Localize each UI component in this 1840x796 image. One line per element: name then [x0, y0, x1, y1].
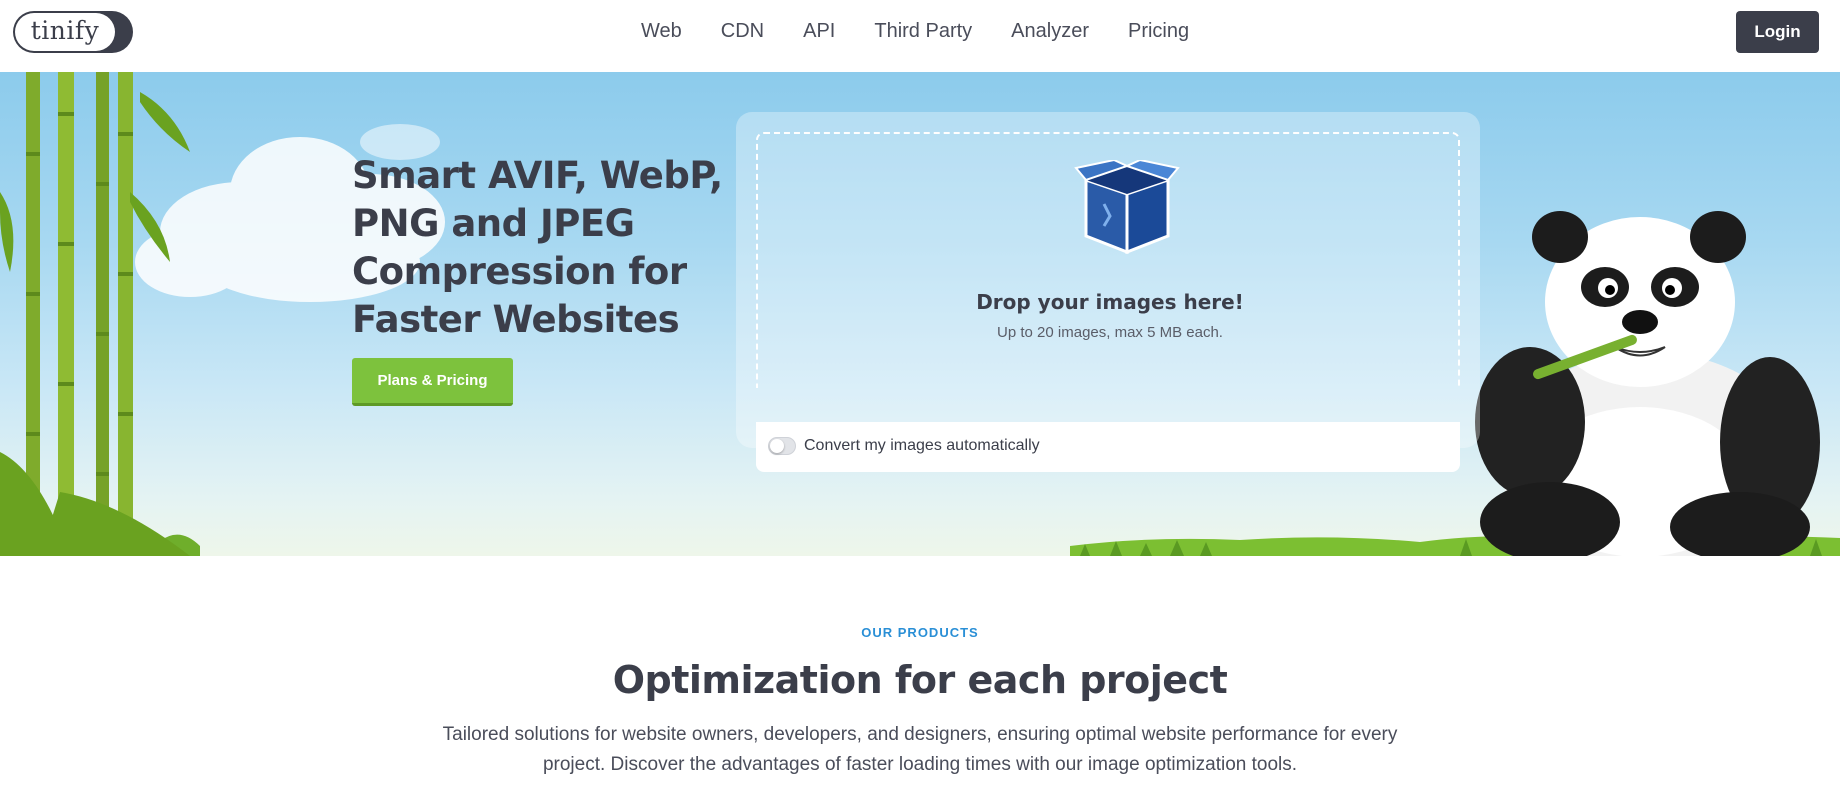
logo-pill: tinify: [15, 13, 115, 51]
nav-web[interactable]: Web: [641, 18, 682, 45]
nav-cdn[interactable]: CDN: [721, 18, 764, 45]
convert-label: Convert my images automatically: [804, 437, 1040, 454]
nav-pricing[interactable]: Pricing: [1128, 18, 1189, 45]
logo[interactable]: tinify: [13, 11, 133, 53]
dropzone-subtitle: Up to 20 images, max 5 MB each.: [997, 324, 1223, 341]
section-description: Tailored solutions for website owners, d…: [442, 724, 1398, 775]
dropzone-panel: Drop your images here! Up to 20 images, …: [736, 112, 1480, 472]
convert-toggle[interactable]: [768, 437, 796, 455]
site-header: tinify Web CDN API Third Party Analyzer …: [0, 0, 1840, 72]
bamboo-decoration: [0, 72, 190, 556]
convert-option-bar: Convert my images automatically: [756, 422, 1460, 472]
main-nav: Web CDN API Third Party Analyzer Pricing: [641, 18, 1189, 45]
dropzone-title: Drop your images here!: [976, 290, 1244, 314]
hero-title: Smart AVIF, WebP, PNG and JPEG Compressi…: [352, 154, 723, 341]
box-icon: [1074, 160, 1180, 254]
section-eyebrow: OUR PRODUCTS: [861, 625, 979, 640]
nav-analyzer[interactable]: Analyzer: [1011, 18, 1089, 45]
login-button[interactable]: Login: [1736, 11, 1819, 53]
section-title: Optimization for each project: [612, 658, 1228, 702]
plans-pricing-button[interactable]: Plans & Pricing: [352, 358, 513, 406]
nav-third-party[interactable]: Third Party: [874, 18, 972, 45]
toggle-knob: [770, 439, 784, 453]
image-dropzone[interactable]: Drop your images here! Up to 20 images, …: [756, 132, 1460, 388]
nav-api[interactable]: API: [803, 18, 835, 45]
panda-mascot: [1475, 211, 1820, 556]
logo-text: tinify: [30, 16, 100, 45]
hero-section: Smart AVIF, WebP, PNG and JPEG Compressi…: [0, 72, 1840, 556]
